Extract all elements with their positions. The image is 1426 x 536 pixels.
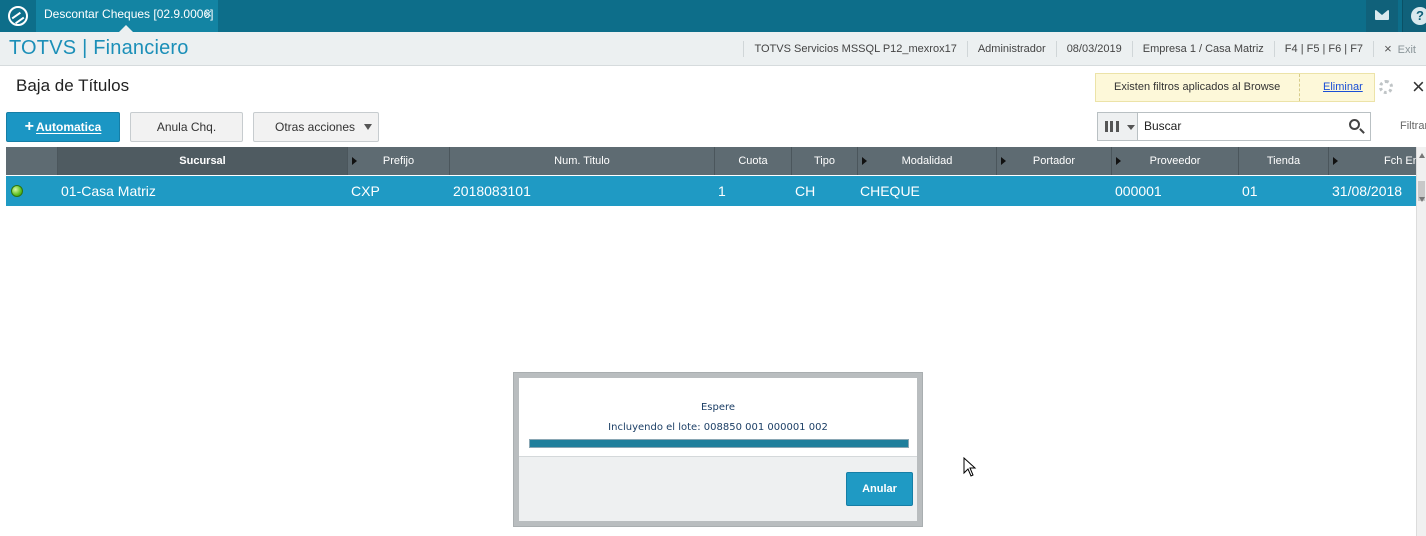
company-info[interactable]: Empresa 1 / Casa Matriz xyxy=(1131,40,1274,57)
column-header-cuota[interactable]: Cuota xyxy=(715,147,792,175)
grid-header: Sucursal Prefijo Num. Titulo Cuota Tipo … xyxy=(6,147,1426,175)
progress-dialog: Espere Incluyendo el lote: 008850 001 00… xyxy=(513,372,923,527)
mail-icon[interactable] xyxy=(1366,0,1398,32)
tab-pointer xyxy=(119,25,133,32)
tab-label: Descontar Cheques [02.9.0006] xyxy=(44,7,214,21)
totvs-logo-icon[interactable] xyxy=(8,6,28,26)
column-selector-button[interactable] xyxy=(1098,113,1138,140)
tab-close-icon[interactable]: × xyxy=(204,0,212,28)
cell-modalidad: CHEQUE xyxy=(860,183,920,199)
app-title: TOTVS | Financiero xyxy=(9,37,189,59)
column-header-tipo[interactable]: Tipo xyxy=(792,147,858,175)
top-tab-bar: Descontar Cheques [02.9.0006] × ? xyxy=(0,0,1426,32)
otras-acciones-label: Otras acciones xyxy=(275,120,356,134)
dialog-footer: Anular xyxy=(519,456,917,521)
status-green-icon xyxy=(11,185,23,197)
exit-button[interactable]: × Exit xyxy=(1373,40,1426,57)
column-header-num-titulo[interactable]: Num. Titulo xyxy=(450,147,715,175)
filter-notice-banner: Existen filtros aplicados al Browse Elim… xyxy=(1095,73,1375,102)
column-header-prefijo[interactable]: Prefijo xyxy=(348,147,450,175)
remove-filters-link[interactable]: Eliminar xyxy=(1323,81,1363,93)
column-header-sucursal[interactable]: Sucursal xyxy=(58,147,348,175)
sort-arrow-icon xyxy=(352,157,357,165)
shortcuts-info[interactable]: F4 | F5 | F6 | F7 xyxy=(1273,40,1373,57)
chevron-down-icon xyxy=(1127,125,1135,130)
sort-arrow-icon xyxy=(1116,157,1121,165)
column-header-modalidad[interactable]: Modalidad xyxy=(858,147,997,175)
grid-scrollbar[interactable] xyxy=(1416,147,1426,536)
search-box: Buscar xyxy=(1097,112,1371,141)
progress-bar xyxy=(529,439,909,448)
column-header-status[interactable] xyxy=(6,147,58,175)
cell-num-titulo: 2018083101 xyxy=(453,183,531,199)
sort-arrow-icon xyxy=(1333,157,1338,165)
sort-arrow-icon xyxy=(862,157,867,165)
page-title: Baja de Títulos xyxy=(16,76,130,95)
cell-cuota: 1 xyxy=(718,183,726,199)
gear-icon[interactable] xyxy=(1379,80,1393,94)
date-info[interactable]: 08/03/2019 xyxy=(1055,40,1132,57)
column-label: Proveedor xyxy=(1149,155,1201,167)
divider xyxy=(1299,74,1300,101)
column-label: Portador xyxy=(1032,155,1076,167)
column-header-portador[interactable]: Portador xyxy=(997,147,1112,175)
scroll-down-icon[interactable] xyxy=(1419,197,1425,202)
automatica-button[interactable]: + Automatica xyxy=(6,112,120,142)
dialog-title: Espere xyxy=(700,402,736,413)
anular-button[interactable]: Anular xyxy=(846,472,913,506)
exit-icon: × xyxy=(1384,40,1392,56)
progress-dialog-body: Espere Incluyendo el lote: 008850 001 00… xyxy=(519,378,917,521)
filter-button[interactable]: Filtrar xyxy=(1400,120,1426,132)
user-info[interactable]: Administrador xyxy=(966,40,1056,57)
plus-icon: + xyxy=(24,118,34,135)
cell-tienda: 01 xyxy=(1242,183,1258,199)
anula-cheque-button[interactable]: Anula Chq. xyxy=(130,112,243,142)
table-row[interactable]: 01-Casa Matriz CXP 2018083101 1 CH CHEQU… xyxy=(6,176,1416,206)
search-icon[interactable] xyxy=(1349,119,1360,130)
chevron-down-icon xyxy=(364,124,372,130)
column-label: Modalidad xyxy=(901,155,953,167)
server-info[interactable]: TOTVS Servicios MSSQL P12_mexrox17 xyxy=(743,40,966,57)
help-icon: ? xyxy=(1411,7,1426,25)
close-icon[interactable]: × xyxy=(1412,74,1425,100)
cell-fch-emision: 31/08/2018 xyxy=(1332,183,1403,199)
scroll-up-icon[interactable] xyxy=(1419,153,1425,158)
cell-proveedor: 000001 xyxy=(1115,183,1162,199)
search-input[interactable]: Buscar xyxy=(1144,119,1181,133)
column-header-tienda[interactable]: Tienda xyxy=(1239,147,1329,175)
progress-bar-fill xyxy=(530,440,908,447)
column-header-fch-emision[interactable]: Fch Em xyxy=(1329,147,1426,175)
cell-tipo: CH xyxy=(795,183,816,199)
sort-arrow-icon xyxy=(1001,157,1006,165)
cell-sucursal: 01-Casa Matriz xyxy=(61,183,156,199)
column-label: Prefijo xyxy=(382,155,415,167)
cell-prefijo: CXP xyxy=(351,183,380,199)
help-button[interactable]: ? xyxy=(1402,0,1426,32)
otras-acciones-button[interactable]: Otras acciones xyxy=(253,112,379,142)
automatica-label: Automatica xyxy=(36,120,102,134)
header-info: TOTVS Servicios MSSQL P12_mexrox17 Admin… xyxy=(743,32,1426,65)
dialog-message: Incluyendo el lote: 008850 001 000001 00… xyxy=(608,422,828,433)
filter-notice-text: Existen filtros aplicados al Browse xyxy=(1114,81,1281,93)
app-header: TOTVS | Financiero TOTVS Servicios MSSQL… xyxy=(0,32,1426,66)
column-header-proveedor[interactable]: Proveedor xyxy=(1112,147,1239,175)
columns-icon xyxy=(1105,121,1119,132)
exit-label: Exit xyxy=(1397,43,1416,56)
